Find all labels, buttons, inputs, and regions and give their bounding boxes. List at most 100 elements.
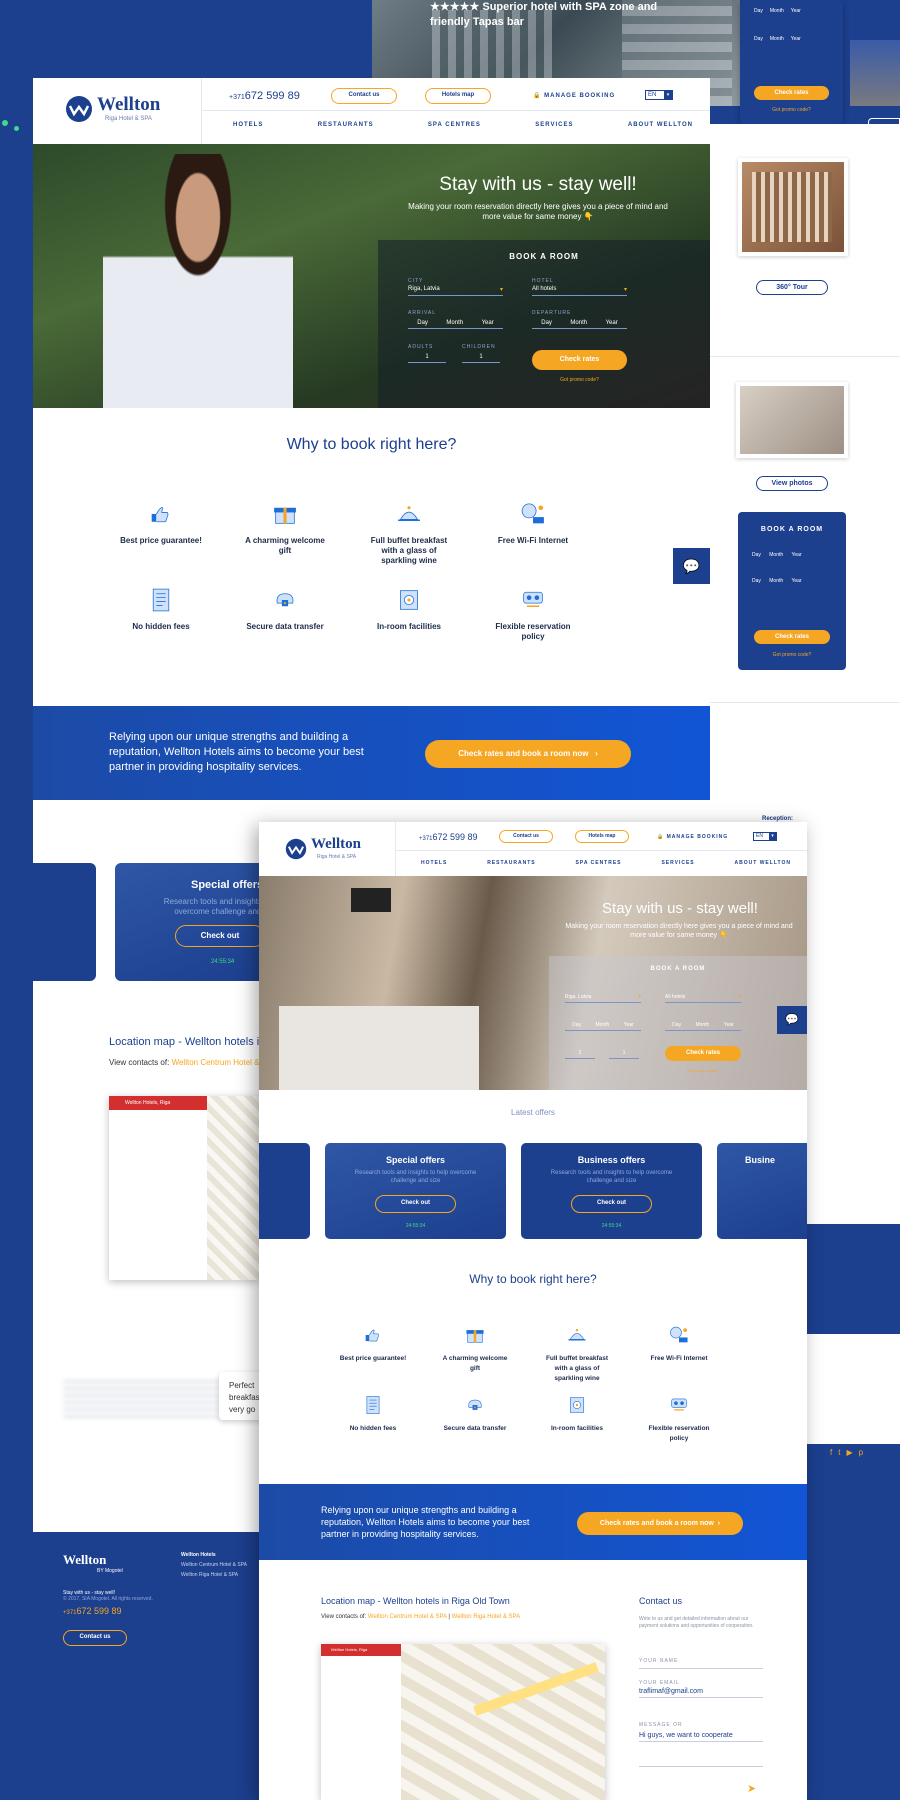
promo-code-link[interactable]: Got promo code?	[532, 377, 627, 383]
hotels-map-button[interactable]: Hotels map	[425, 88, 491, 104]
offer-card-peek-right[interactable]: Busine	[717, 1143, 807, 1239]
nav-restaurants[interactable]: RESTAURANTS	[487, 860, 535, 866]
contact-link[interactable]: Wellton Centrum Hotel & SPA	[368, 1614, 447, 1620]
vr-goggles-icon	[671, 1398, 687, 1411]
hero: Stay with us - stay well! Making your ro…	[259, 876, 807, 1090]
mini-check-rates-button[interactable]: Check rates	[754, 86, 829, 100]
nav-services[interactable]: SERVICES	[535, 122, 573, 128]
feature-label: A charming welcome gift	[442, 1355, 508, 1372]
safe-icon	[569, 1397, 585, 1413]
hotel-select[interactable]: All hotels ▾	[665, 994, 741, 1003]
feature-item: In-room facilities	[541, 1394, 613, 1434]
wifi-globe-icon	[670, 1326, 688, 1343]
language-select[interactable]: EN ▾	[645, 90, 673, 100]
view-photos-button[interactable]: View photos	[756, 476, 828, 491]
children-stepper[interactable]: 1	[609, 1050, 639, 1059]
check-rates-button[interactable]: Check rates	[532, 350, 627, 370]
offer-card-business[interactable]: Business offers Research tools and insig…	[521, 1143, 702, 1239]
contact-us-button[interactable]: Contact us	[331, 88, 397, 104]
email-field[interactable]: traflimaf@gmail.com	[639, 1688, 763, 1698]
feature-item: Best price guarantee!	[119, 500, 203, 546]
feature-item: Flexible reservation policy	[643, 1394, 715, 1444]
wifi-globe-icon	[521, 503, 544, 524]
city-select[interactable]: Riga, Latvia ▾	[565, 994, 641, 1003]
cta-banner: Relying upon our unique strengths and bu…	[33, 706, 710, 800]
mini-promo-link[interactable]: Got promo code?	[754, 107, 829, 113]
secure-cloud-icon	[276, 593, 294, 607]
nav-hotels[interactable]: HOTELS	[421, 860, 447, 866]
nav-spa[interactable]: SPA CENTRES	[428, 122, 481, 128]
nav-spa[interactable]: SPA CENTRES	[576, 860, 622, 866]
pinterest-icon[interactable]: p	[859, 1448, 869, 1457]
chat-button[interactable]: 💬	[777, 1006, 807, 1034]
nav-services[interactable]: SERVICES	[661, 860, 694, 866]
map[interactable]: Wellton Hotels, Riga	[321, 1644, 605, 1800]
city-select[interactable]: Riga, Latvia ▾	[408, 286, 503, 296]
receipt-icon	[366, 1396, 380, 1414]
arrival-date[interactable]: Day Month Year	[565, 1022, 641, 1031]
chevron-down-icon: ▾	[769, 833, 776, 840]
send-icon[interactable]: ➤	[747, 1782, 756, 1795]
phone[interactable]: +371672 599 89	[419, 832, 478, 842]
children-stepper[interactable]: 1	[462, 354, 500, 363]
city-photo	[850, 40, 900, 106]
hero: Stay with us - stay well! Making your ro…	[33, 144, 710, 408]
book-now-button[interactable]: Check rates and book a room now ›	[425, 740, 631, 768]
feature-label: Free Wi-Fi Internet	[650, 1355, 708, 1362]
nav-about[interactable]: ABOUT WELLTON	[628, 122, 693, 128]
room-desk	[279, 1006, 479, 1090]
manage-booking-link[interactable]: 🔒 MANAGE BOOKING	[533, 92, 615, 99]
chat-button[interactable]: 💬	[673, 548, 710, 584]
map-back[interactable]: Wellton Hotels, Riga	[109, 1096, 259, 1280]
youtube-icon[interactable]: ▶	[846, 1448, 858, 1457]
check-out-button[interactable]: Check out	[571, 1195, 652, 1213]
offer-card-peek[interactable]	[33, 863, 96, 981]
room-thumb	[736, 382, 848, 458]
phone[interactable]: +371672 599 89	[229, 90, 300, 102]
receipt-icon	[152, 588, 170, 612]
footer-contact-button[interactable]: Contact us	[63, 1630, 127, 1646]
feature-item: Free Wi-Fi Internet	[643, 1324, 715, 1364]
room-tv	[351, 888, 391, 912]
cloche-icon	[398, 506, 420, 521]
hotel-select[interactable]: All hotels ▾	[532, 286, 627, 296]
adults-stepper[interactable]: 1	[565, 1050, 595, 1059]
nav-hotels[interactable]: HOTELS	[233, 122, 263, 128]
decor-dot	[2, 120, 8, 126]
latest-offers-title: Latest offers	[511, 1108, 555, 1117]
hotel-headline: ★★★★★ Superior hotel with SPA zone and f…	[430, 1, 658, 28]
message-field-line	[639, 1766, 763, 1767]
facebook-icon[interactable]: f	[830, 1448, 838, 1457]
offer-card-peek[interactable]	[259, 1143, 310, 1239]
adults-stepper[interactable]: 1	[408, 354, 446, 363]
logo[interactable]: Wellton Riga Hotel & SPA	[65, 92, 185, 126]
manage-booking-link[interactable]: 🔒 MANAGE BOOKING	[657, 834, 728, 840]
nav-restaurants[interactable]: RESTAURANTS	[318, 122, 374, 128]
departure-date[interactable]: Day Month Year	[665, 1022, 741, 1031]
message-field[interactable]: Hi guys, we want to cooperate	[639, 1732, 763, 1742]
tour-360-button[interactable]: 360° Tour	[756, 280, 828, 295]
check-out-button[interactable]: Check out	[375, 1195, 456, 1213]
main-nav: HOTELS RESTAURANTS SPA CENTRES SERVICES …	[421, 860, 791, 866]
contact-link[interactable]: Wellton Riga Hotel & SPA	[452, 1614, 520, 1620]
check-rates-button[interactable]: Check rates	[665, 1046, 741, 1061]
promo-code-link[interactable]: Got promo code?	[665, 1068, 741, 1073]
logo[interactable]: Wellton Riga Hotel & SPA	[285, 836, 385, 866]
feature-label: Best price guarantee!	[120, 536, 202, 545]
cta-banner: Relying upon our unique strengths and bu…	[259, 1484, 807, 1560]
name-field[interactable]	[639, 1668, 763, 1669]
arrival-date[interactable]: Day Month Year	[408, 320, 503, 329]
nav-about[interactable]: ABOUT WELLTON	[735, 860, 791, 866]
thumbs-up-icon	[365, 1329, 379, 1342]
feature-item: Secure data transfer	[439, 1394, 511, 1434]
offer-card-special[interactable]: Special offers Research tools and insigh…	[325, 1143, 506, 1239]
book-now-button[interactable]: Check rates and book a room now ›	[577, 1512, 743, 1535]
offer-card-special[interactable]: Special offers Research tools and insigh…	[115, 863, 265, 981]
feature-label: In-room facilities	[550, 1425, 603, 1432]
hotels-map-button[interactable]: Hotels map	[575, 830, 629, 843]
departure-date[interactable]: Day Month Year	[532, 320, 627, 329]
gift-icon	[274, 507, 296, 524]
contact-us-button[interactable]: Contact us	[499, 830, 553, 843]
language-select[interactable]: EN ▾	[753, 832, 777, 841]
mini-check-rates-button[interactable]: Check rates	[754, 630, 830, 644]
